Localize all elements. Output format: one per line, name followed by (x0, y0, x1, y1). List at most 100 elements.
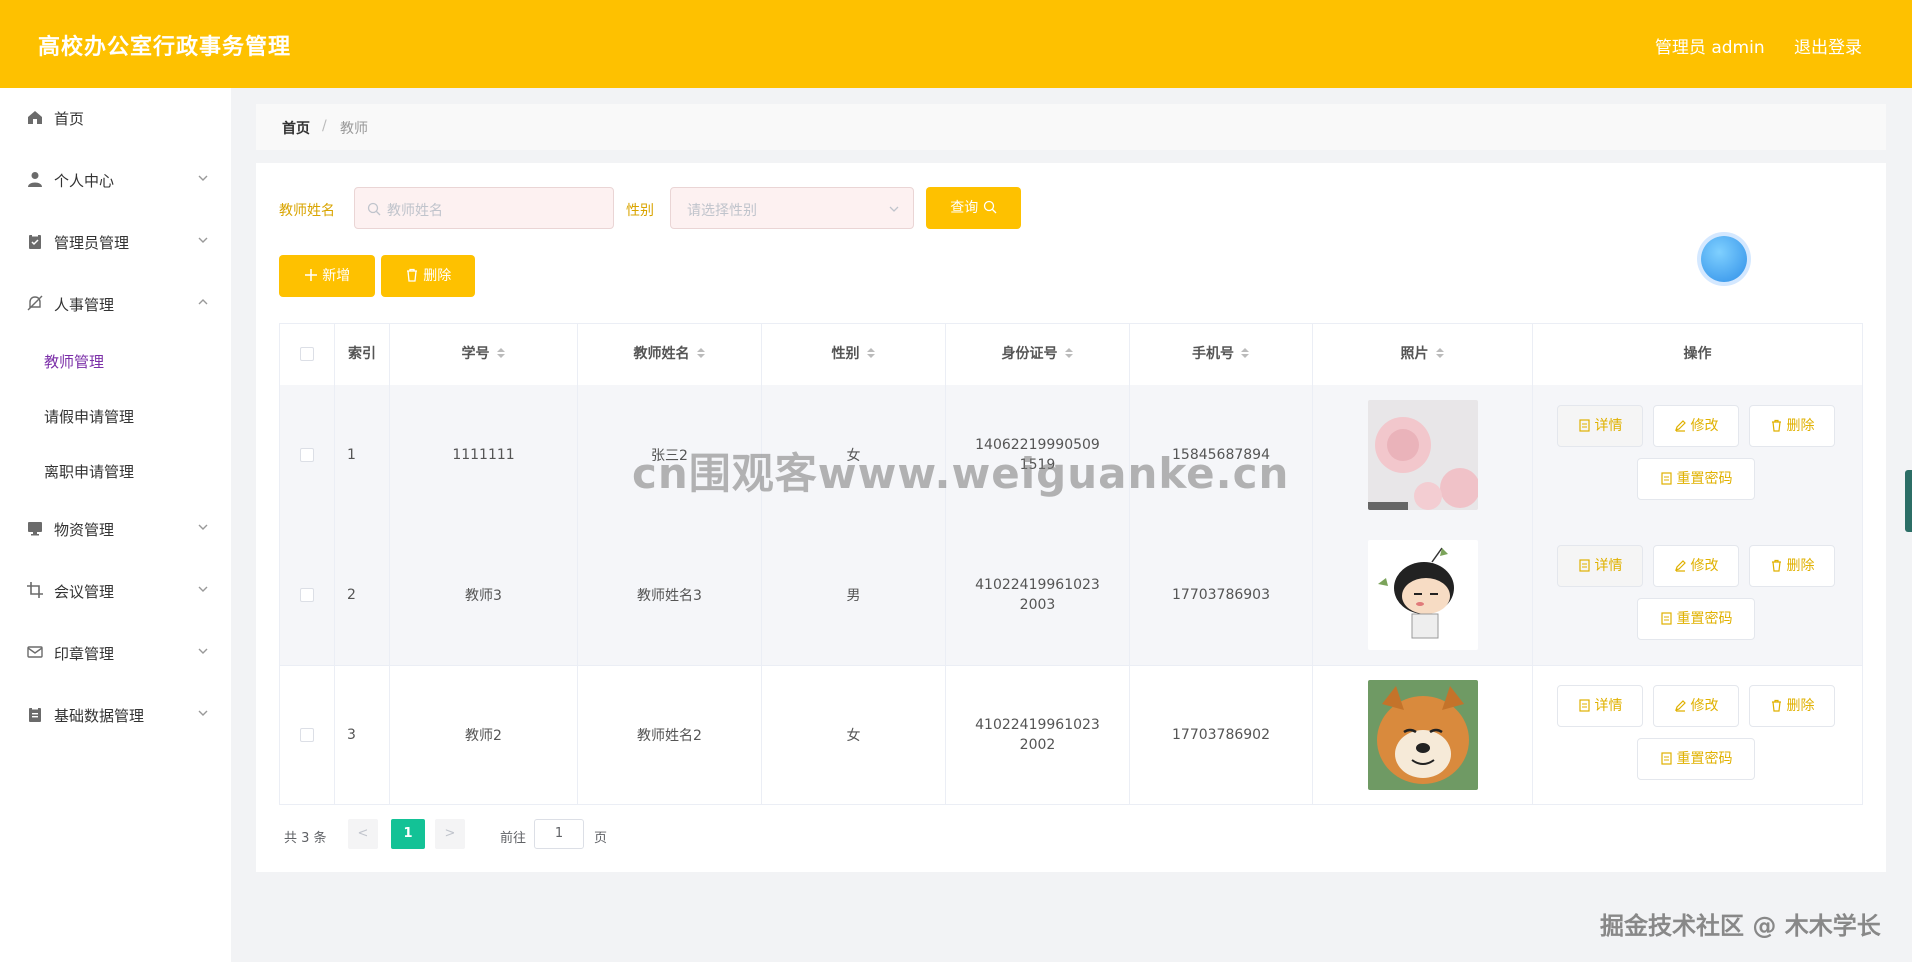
cell-gender: 男 (762, 525, 946, 665)
breadcrumb: 首页 / 教师 (256, 104, 1886, 150)
edit-button[interactable]: 修改 (1653, 545, 1739, 587)
row-checkbox[interactable] (300, 728, 314, 742)
teacher-name-placeholder: 教师姓名 (387, 203, 443, 219)
sidebar-subitem-leave-application[interactable]: 请假申请管理 (0, 391, 231, 441)
sort-icon[interactable] (1064, 346, 1074, 360)
cell-id-card: 410224199610232002 (946, 665, 1130, 805)
sidebar-item-meeting-management[interactable]: 会议管理 (0, 563, 231, 619)
sort-icon[interactable] (1240, 346, 1250, 360)
sidebar-item-supplies-management[interactable]: 物资管理 (0, 501, 231, 557)
select-all-checkbox[interactable] (300, 347, 314, 361)
sidebar-item-admin-management[interactable]: 管理员管理 (0, 214, 231, 270)
trash-icon (406, 268, 417, 282)
detail-button[interactable]: 详情 (1557, 545, 1643, 587)
edit-label: 修改 (1690, 418, 1719, 434)
add-button[interactable]: 新增 (279, 255, 375, 297)
logout-link[interactable]: 退出登录 (1794, 38, 1862, 58)
column-header-student-id[interactable]: 学号 (390, 324, 578, 385)
bell-off-icon (27, 295, 43, 311)
query-button[interactable]: 查询 (926, 187, 1021, 229)
reset-password-label: 重置密码 (1676, 751, 1733, 767)
reset-password-button[interactable]: 重置密码 (1637, 738, 1755, 780)
cell-id-card: 410224199610232003 (946, 525, 1130, 665)
home-icon (28, 111, 42, 124)
detail-button[interactable]: 详情 (1557, 405, 1643, 447)
sidebar-subitem-teacher-management[interactable]: 教师管理 (0, 336, 231, 386)
photo-cartoon-boy[interactable] (1367, 540, 1478, 650)
breadcrumb-home[interactable]: 首页 (282, 118, 310, 138)
reset-password-button[interactable]: 重置密码 (1637, 458, 1755, 500)
edit-button[interactable]: 修改 (1653, 685, 1739, 727)
page-unit-label: 页 (594, 831, 608, 846)
photo-pink-rose[interactable] (1367, 400, 1478, 510)
floating-assistant-bubble[interactable] (1701, 236, 1747, 282)
column-header-photo[interactable]: 照片 (1313, 324, 1533, 385)
sort-icon[interactable] (696, 346, 706, 360)
edge-scroll-handle[interactable] (1905, 470, 1912, 532)
photo-shiba-dog[interactable] (1367, 680, 1478, 790)
add-button-label: 新增 (322, 268, 351, 284)
column-label: 教师姓名 (633, 346, 690, 362)
column-header-operations: 操作 (1533, 324, 1862, 385)
document-icon (1578, 559, 1590, 572)
column-header-teacher-name[interactable]: 教师姓名 (578, 324, 762, 385)
cell-student-id: 教师3 (390, 525, 578, 665)
current-page-button[interactable]: 1 (391, 819, 425, 849)
teacher-name-input[interactable]: 教师姓名 (354, 187, 614, 229)
column-header-gender[interactable]: 性别 (762, 324, 946, 385)
sort-icon[interactable] (496, 346, 506, 360)
reset-password-label: 重置密码 (1676, 471, 1733, 487)
column-header-phone[interactable]: 手机号 (1130, 324, 1313, 385)
sidebar-item-label: 基础数据管理 (54, 707, 145, 725)
sort-icon[interactable] (866, 346, 876, 360)
sidebar-item-home[interactable]: 首页 (0, 90, 231, 146)
prev-page-button[interactable]: < (348, 819, 378, 849)
sidebar-item-label: 物资管理 (54, 521, 115, 539)
column-header-index: 索引 (335, 324, 390, 385)
id-card-text: 410224199610232003 (975, 577, 1100, 613)
document-icon (1578, 699, 1590, 712)
sort-icon[interactable] (1435, 346, 1445, 360)
row-select-cell (280, 525, 335, 665)
sidebar-item-seal-management[interactable]: 印章管理 (0, 625, 231, 681)
breadcrumb-current: 教师 (340, 121, 368, 137)
column-label: 操作 (1683, 346, 1712, 362)
reset-password-button[interactable]: 重置密码 (1637, 598, 1755, 640)
column-header-id-card[interactable]: 身份证号 (946, 324, 1130, 385)
mail-icon (27, 646, 43, 658)
sidebar-subitem-label: 教师管理 (44, 353, 105, 371)
monitor-icon (28, 522, 42, 536)
document-icon (1660, 752, 1672, 765)
next-page-button[interactable]: > (435, 819, 465, 849)
batch-delete-button[interactable]: 删除 (381, 255, 475, 297)
edit-button[interactable]: 修改 (1653, 405, 1739, 447)
column-label: 手机号 (1192, 346, 1234, 362)
teacher-name-label: 教师姓名 (279, 203, 335, 219)
current-user-label: 管理员 admin (1654, 38, 1765, 58)
detail-button[interactable]: 详情 (1557, 685, 1643, 727)
row-select-cell (280, 665, 335, 805)
chevron-down-icon (198, 710, 208, 716)
goto-page-input[interactable]: 1 (534, 819, 584, 849)
row-checkbox[interactable] (300, 448, 314, 462)
column-label: 身份证号 (1001, 346, 1058, 362)
delete-button[interactable]: 删除 (1749, 685, 1835, 727)
gender-select[interactable]: 请选择性别 (670, 187, 914, 229)
sidebar-item-label: 个人中心 (54, 172, 115, 190)
sidebar-item-hr-management[interactable]: 人事管理 (0, 276, 231, 332)
sidebar-item-personal-center[interactable]: 个人中心 (0, 152, 231, 208)
cell-index: 2 (335, 525, 390, 665)
sidebar-subitem-resignation-application[interactable]: 离职申请管理 (0, 446, 231, 496)
pencil-icon (1674, 560, 1686, 572)
plus-icon (304, 269, 317, 281)
column-label: 照片 (1400, 346, 1429, 362)
crop-icon (27, 582, 43, 598)
cell-student-id: 1111111 (390, 385, 578, 525)
row-checkbox[interactable] (300, 588, 314, 602)
center-watermark: cn围观客www.weiguanke.cn (632, 449, 1290, 498)
search-icon (983, 200, 997, 214)
delete-button[interactable]: 删除 (1749, 545, 1835, 587)
sidebar-item-label: 会议管理 (54, 583, 115, 601)
delete-button[interactable]: 删除 (1749, 405, 1835, 447)
sidebar-item-basic-data-management[interactable]: 基础数据管理 (0, 687, 231, 743)
